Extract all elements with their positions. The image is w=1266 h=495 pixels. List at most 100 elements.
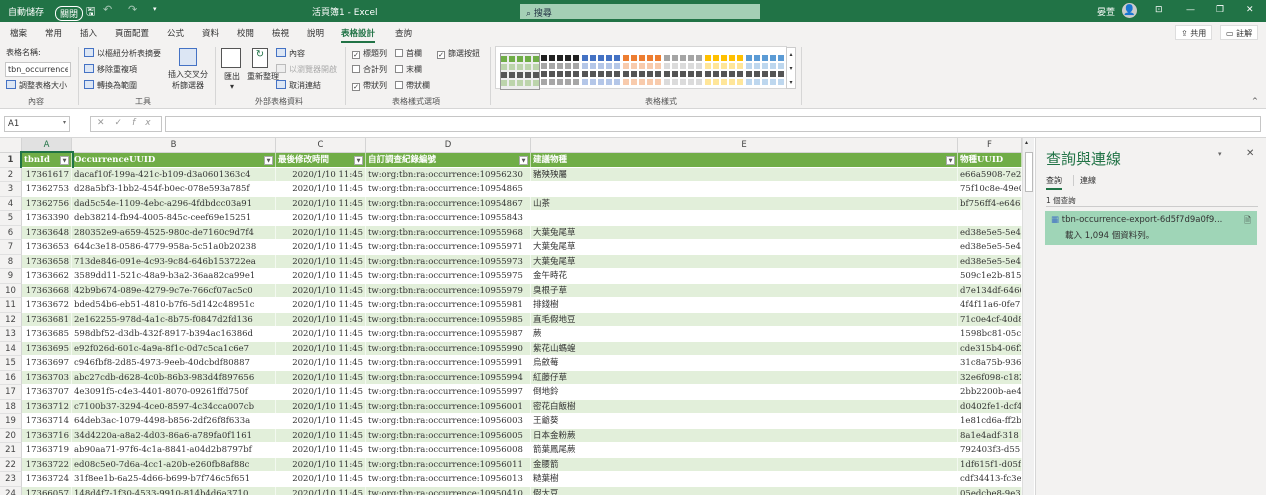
cell[interactable]: 17363697: [22, 356, 72, 371]
table-style-swatch[interactable]: [500, 53, 540, 90]
tab-0[interactable]: 檔案: [10, 27, 27, 39]
cell[interactable]: 大葉兔尾草: [531, 240, 958, 255]
column-header-F[interactable]: F: [958, 138, 1022, 153]
cell[interactable]: tw:org:tbn:ra:occurrence:10955975: [366, 269, 531, 284]
undo-icon[interactable]: ↶: [103, 3, 112, 16]
cell[interactable]: 2020/1/10 11:45: [276, 356, 366, 371]
cell[interactable]: 17363658: [22, 254, 72, 269]
vertical-scrollbar[interactable]: ▴: [1022, 138, 1034, 495]
filter-dropdown-icon[interactable]: ▼: [354, 156, 363, 165]
cell[interactable]: 金午時花: [531, 269, 958, 284]
cell[interactable]: ab90aa71-97f6-4c1a-8841-a04d2b8797bf: [72, 443, 276, 458]
cell[interactable]: 71c0e4cf-40d8: [958, 312, 1022, 327]
cell[interactable]: 紫花山螞蝗: [531, 341, 958, 356]
row-number[interactable]: 20: [0, 428, 22, 443]
cell[interactable]: 17363672: [22, 298, 72, 313]
cell[interactable]: d0402fe1-dcf4: [958, 399, 1022, 414]
row-number[interactable]: 19: [0, 414, 22, 429]
row-number[interactable]: 17: [0, 385, 22, 400]
cell[interactable]: 17363712: [22, 399, 72, 414]
cell[interactable]: 山茶: [531, 196, 958, 211]
cell[interactable]: [958, 211, 1022, 226]
restore-icon[interactable]: ❐: [1216, 5, 1224, 15]
header-row-checkbox[interactable]: ✓ 標題列: [352, 48, 387, 59]
cell[interactable]: tw:org:tbn:ra:occurrence:10955985: [366, 312, 531, 327]
checkbox-header-row[interactable]: ✓: [352, 51, 360, 59]
open-in-browser-button[interactable]: 以瀏覽器開啟: [276, 64, 337, 75]
fx-icon[interactable]: fx: [132, 118, 161, 128]
cell[interactable]: tw:org:tbn:ra:occurrence:10956005: [366, 428, 531, 443]
cell[interactable]: 2020/1/10 11:45: [276, 182, 366, 197]
table-name-input[interactable]: [5, 62, 71, 77]
cell[interactable]: 2020/1/10 11:45: [276, 283, 366, 298]
column-header-A[interactable]: A: [22, 138, 72, 153]
export-button[interactable]: 匯出 ▾: [221, 48, 243, 91]
name-box[interactable]: A1 ▾: [4, 116, 70, 132]
cell[interactable]: [531, 211, 958, 226]
cell[interactable]: 2020/1/10 11:45: [276, 385, 366, 400]
cell[interactable]: 792403f3-d55: [958, 443, 1022, 458]
cell[interactable]: tw:org:tbn:ra:occurrence:10955973: [366, 254, 531, 269]
comments-button[interactable]: ▭ 註解: [1220, 25, 1259, 40]
cell[interactable]: e66a5908-7e2: [958, 167, 1022, 182]
cell[interactable]: 31f8ee1b-6a25-4d66-b699-b7f746c5f651: [72, 472, 276, 487]
cell[interactable]: 17363703: [22, 370, 72, 385]
tab-7[interactable]: 檢視: [272, 27, 289, 39]
pane-close-icon[interactable]: ✕: [1246, 148, 1254, 159]
cell[interactable]: tw:org:tbn:ra:occurrence:10955994: [366, 370, 531, 385]
cell[interactable]: 17363681: [22, 312, 72, 327]
checkbox-total-row[interactable]: [352, 65, 360, 73]
select-all[interactable]: [0, 138, 22, 153]
cell[interactable]: 75f10c8e-49e0: [958, 182, 1022, 197]
gallery-scroll[interactable]: ▴ ▾ ▾: [786, 47, 796, 89]
cell[interactable]: ed38e5e5-5e4e: [958, 225, 1022, 240]
row-number[interactable]: 12: [0, 312, 22, 327]
cell[interactable]: 148d4f7-1f30-4533-9910-814b4d6a3710: [72, 486, 276, 495]
cell[interactable]: dacaf10f-199a-421c-b109-d3a0601363c4: [72, 167, 276, 182]
cell[interactable]: 8a1e4adf-318: [958, 428, 1022, 443]
cell[interactable]: 17363722: [22, 457, 72, 472]
header-cell[interactable]: tbnId ▼: [20, 151, 74, 170]
cell[interactable]: [531, 182, 958, 197]
cell[interactable]: 2020/1/10 11:45: [276, 428, 366, 443]
column-header-D[interactable]: D: [366, 138, 531, 153]
cell[interactable]: abc27cdb-d628-4c0b-86b3-983d4f897656: [72, 370, 276, 385]
row-number[interactable]: 16: [0, 370, 22, 385]
cell[interactable]: 2020/1/10 11:45: [276, 472, 366, 487]
header-cell[interactable]: 自訂調查紀錄編號 ▼: [366, 153, 531, 168]
cell[interactable]: tw:org:tbn:ra:occurrence:10956001: [366, 399, 531, 414]
cell[interactable]: tw:org:tbn:ra:occurrence:10955991: [366, 356, 531, 371]
cell[interactable]: 280352e9-a659-4525-980c-de7160c9d7f4: [72, 225, 276, 240]
banded-rows-checkbox[interactable]: ✓ 帶狀列: [352, 80, 387, 91]
resize-table-button[interactable]: 調整表格大小: [6, 80, 67, 91]
remove-duplicates-button[interactable]: 移除重複項: [84, 64, 137, 75]
customize-qat-icon[interactable]: ▾: [153, 5, 157, 13]
cell[interactable]: 2020/1/10 11:45: [276, 254, 366, 269]
ribbon-display-icon[interactable]: ⊡: [1155, 5, 1163, 15]
cell[interactable]: 2020/1/10 11:45: [276, 298, 366, 313]
cell[interactable]: tw:org:tbn:ra:occurrence:10955979: [366, 283, 531, 298]
cell[interactable]: 4f4f11a6-0fe7: [958, 298, 1022, 313]
total-row-checkbox[interactable]: 合計列: [352, 64, 387, 75]
cell[interactable]: d28a5bf3-1bb2-454f-b0ec-078e593a785f: [72, 182, 276, 197]
cell[interactable]: 05edcbe8-9e30: [958, 486, 1022, 495]
column-header-B[interactable]: B: [72, 138, 276, 153]
cell[interactable]: 17363648: [22, 225, 72, 240]
pane-options-icon[interactable]: ▾: [1218, 150, 1222, 158]
cell[interactable]: tw:org:tbn:ra:occurrence:10956230: [366, 167, 531, 182]
cell[interactable]: ed08c5e0-7d6a-4cc1-a20b-e260fb8af88c: [72, 457, 276, 472]
cell[interactable]: 箭葉鳳尾蕨: [531, 443, 958, 458]
cell[interactable]: 臭根子草: [531, 283, 958, 298]
cell[interactable]: 糙葉樹: [531, 472, 958, 487]
header-cell[interactable]: OccurrenceUUID ▼: [72, 153, 276, 168]
cell[interactable]: 2020/1/10 11:45: [276, 457, 366, 472]
tab-connections[interactable]: 連線: [1073, 175, 1096, 186]
query-refresh-icon[interactable]: 🗎: [1244, 215, 1251, 229]
cell[interactable]: 64deb3ac-1079-4498-b856-2df26f8f633a: [72, 414, 276, 429]
cell[interactable]: 王爺葵: [531, 414, 958, 429]
tab-queries[interactable]: 查詢: [1046, 175, 1062, 190]
cell[interactable]: 密花白飯樹: [531, 399, 958, 414]
cell[interactable]: 金腰箭: [531, 457, 958, 472]
cell[interactable]: 32e6f098-c182: [958, 370, 1022, 385]
cell[interactable]: 倒地鈴: [531, 385, 958, 400]
